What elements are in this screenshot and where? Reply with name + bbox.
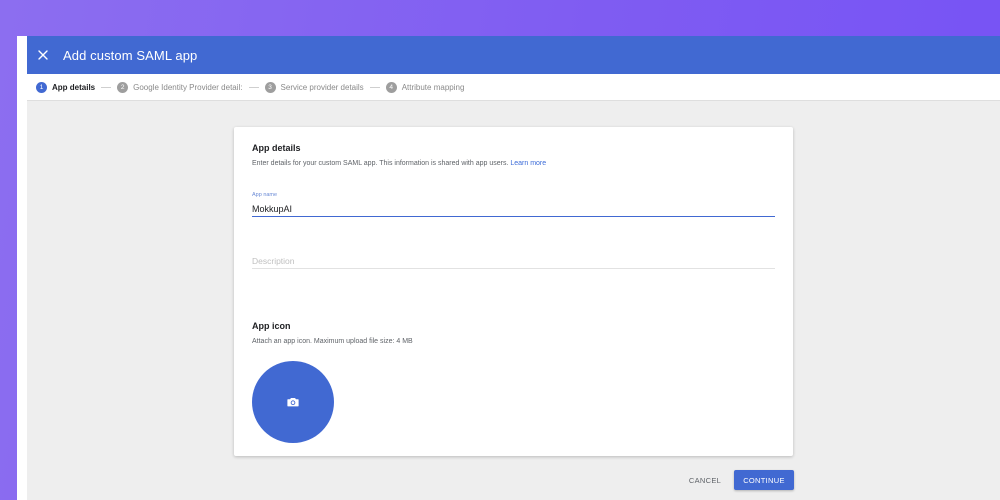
step-label: App details <box>52 82 96 92</box>
step-number: 1 <box>36 81 47 93</box>
camera-icon <box>287 398 299 407</box>
step-app-details[interactable]: 1 App details <box>36 81 96 93</box>
app-icon-upload-button[interactable] <box>252 361 334 443</box>
learn-more-link[interactable]: Learn more <box>510 160 546 167</box>
step-attribute-mapping[interactable]: 4 Attribute mapping <box>385 81 465 93</box>
cancel-button[interactable]: CANCEL <box>680 470 730 490</box>
app-details-description-text: Enter details for your custom SAML app. … <box>252 160 509 167</box>
step-separator <box>101 86 112 88</box>
page-title: Add custom SAML app <box>63 47 198 63</box>
step-label: Service provider details <box>280 82 364 92</box>
step-label: Attribute mapping <box>401 82 465 92</box>
page-edge <box>17 36 27 500</box>
step-label: Google Identity Provider detail: <box>133 82 243 92</box>
close-button[interactable] <box>33 45 53 65</box>
step-separator <box>248 86 259 88</box>
step-number: 4 <box>385 81 397 93</box>
app-details-description: Enter details for your custom SAML app. … <box>252 160 546 167</box>
close-icon <box>38 50 48 60</box>
step-number: 3 <box>264 81 276 93</box>
step-service-provider-details[interactable]: 3 Service provider details <box>264 81 364 93</box>
app-details-card: App details Enter details for your custo… <box>234 127 793 456</box>
stepper: 1 App details 2 Google Identity Provider… <box>27 74 1000 101</box>
app-name-input[interactable] <box>252 202 775 217</box>
app-icon-description: Attach an app icon. Maximum upload file … <box>252 338 413 345</box>
app-details-heading: App details <box>252 143 301 153</box>
step-google-idp-details[interactable]: 2 Google Identity Provider detail: <box>117 81 243 93</box>
app-icon-heading: App icon <box>252 321 291 331</box>
dialog-window: Add custom SAML app 1 App details 2 Goog… <box>27 36 1000 500</box>
description-input[interactable] <box>252 254 775 269</box>
continue-button[interactable]: CONTINUE <box>734 470 794 490</box>
top-app-bar: Add custom SAML app <box>27 36 1000 74</box>
app-name-label: App name <box>252 192 278 198</box>
step-separator <box>369 86 380 88</box>
step-number: 2 <box>117 81 129 93</box>
